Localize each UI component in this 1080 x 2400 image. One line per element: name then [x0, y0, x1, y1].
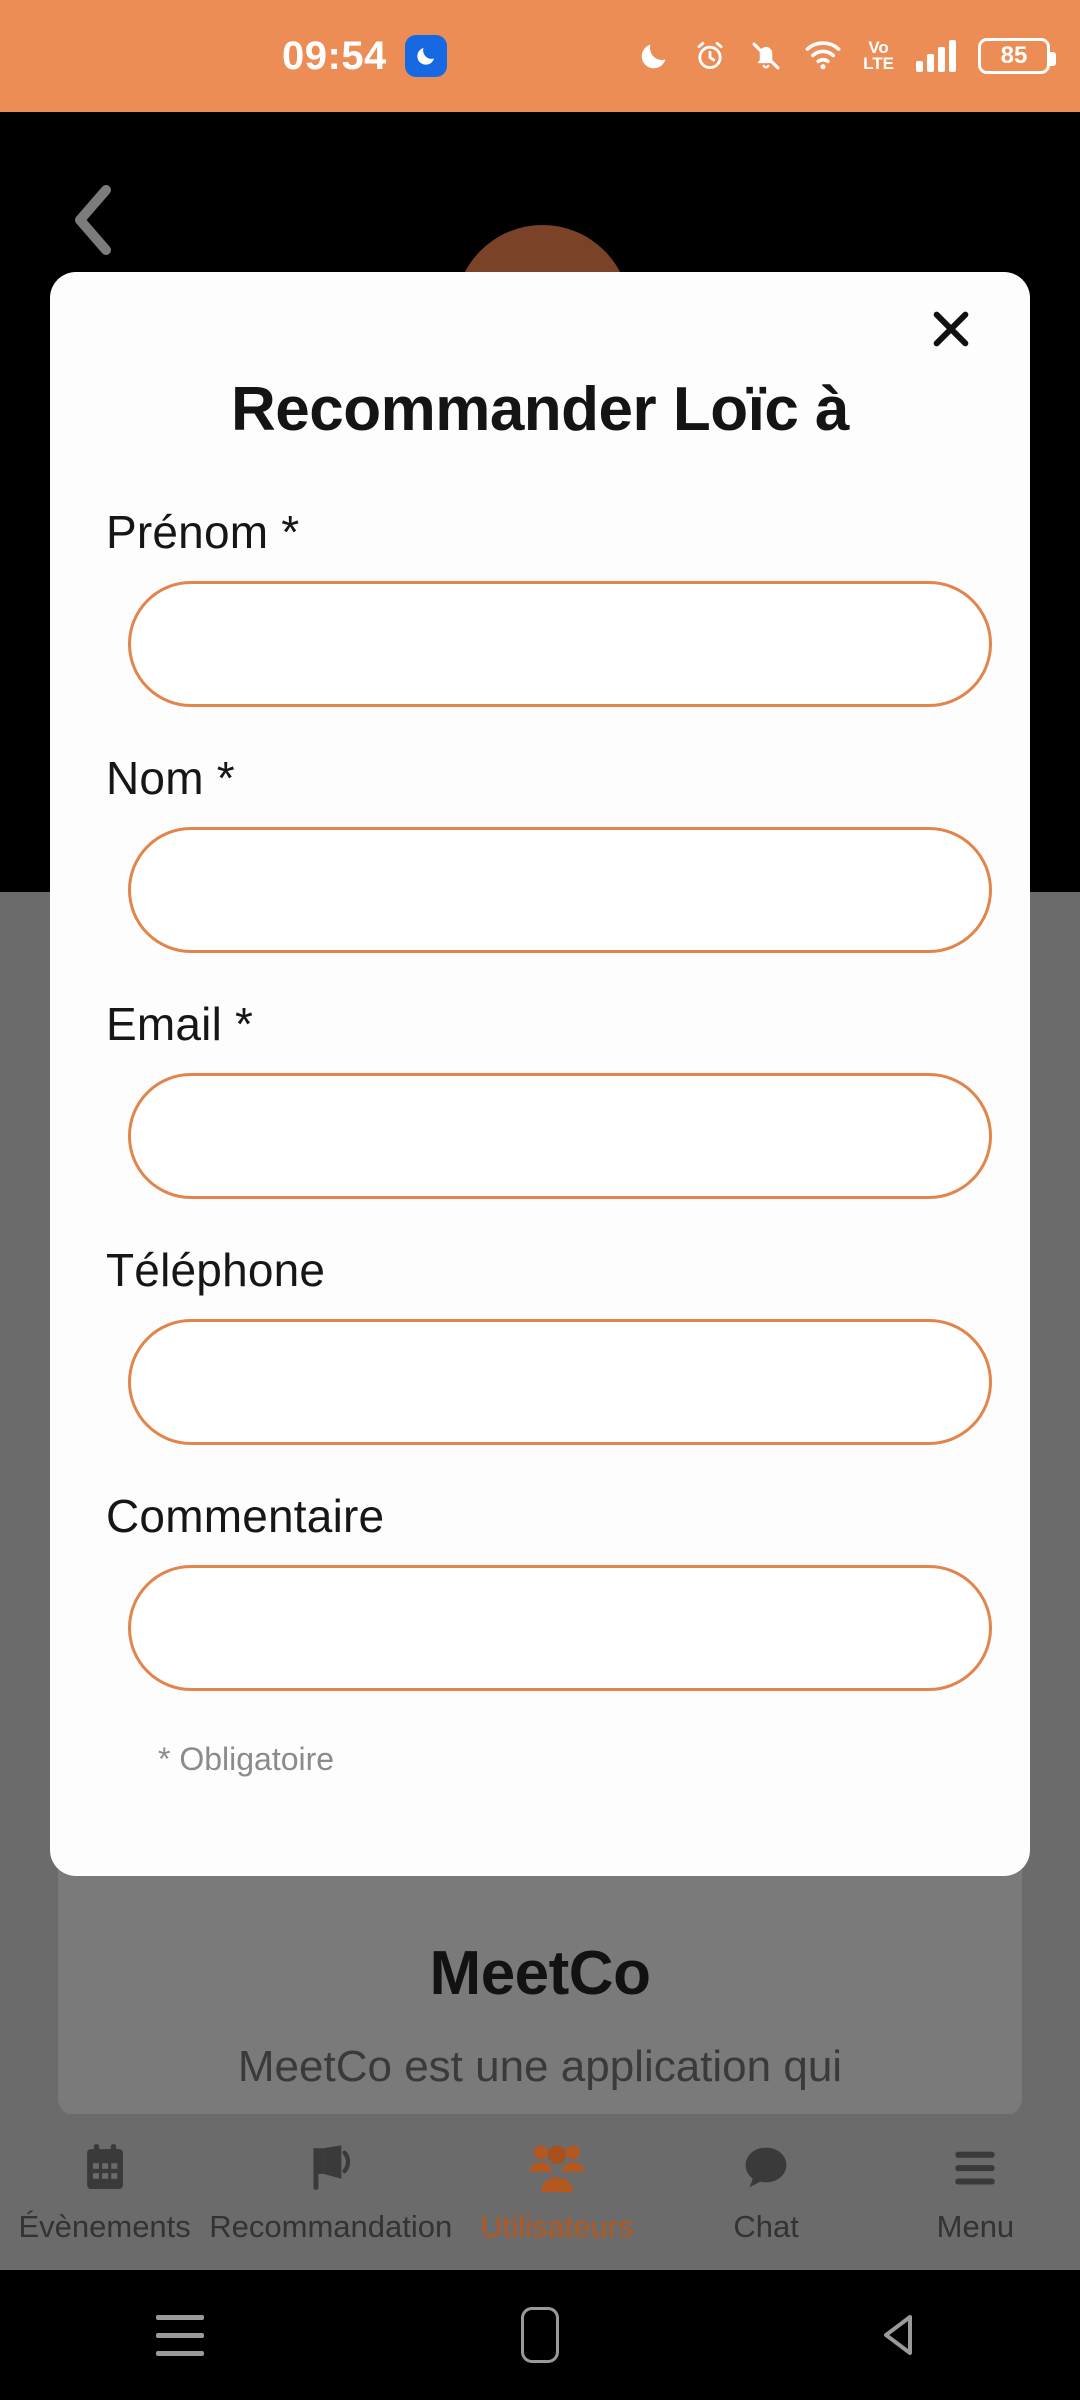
prenom-input[interactable] [128, 581, 992, 707]
field-label-prenom: Prénom * [106, 506, 300, 558]
status-bar: 09:54 Vo LTE 85 [0, 0, 1080, 112]
tab-label-evenements: Évènements [18, 2209, 191, 2244]
status-bar-icons: Vo LTE 85 [637, 38, 1080, 74]
home-button[interactable] [465, 2270, 615, 2400]
recents-icon [156, 2314, 204, 2356]
required-note: * Obligatoire [158, 1741, 335, 1777]
megaphone-icon [304, 2139, 358, 2197]
field-label-email: Email * [106, 998, 254, 1050]
close-icon [933, 311, 969, 347]
tab-label-menu: Menu [936, 2209, 1015, 2244]
status-bar-clock: 09:54 [282, 33, 387, 78]
tab-label-recommandation: Recommandation [209, 2209, 453, 2244]
calendar-icon [80, 2139, 130, 2197]
field-prenom: Prénom * [50, 505, 1030, 707]
wifi-icon [805, 41, 841, 71]
bottom-tab-bar: Évènements Recommandation Utilisateurs C… [0, 2114, 1080, 2270]
battery-percent-text: 85 [1000, 42, 1028, 69]
recents-button[interactable] [105, 2270, 255, 2400]
nom-input[interactable] [128, 827, 992, 953]
field-label-telephone: Téléphone [106, 1244, 326, 1296]
field-commentaire: Commentaire [50, 1489, 1030, 1691]
alarm-clock-icon [693, 39, 727, 73]
field-label-nom: Nom * [106, 752, 235, 804]
android-navigation-bar [0, 2270, 1080, 2400]
field-telephone: Téléphone [50, 1243, 1030, 1445]
tab-menu[interactable]: Menu [871, 2114, 1080, 2270]
home-icon [521, 2307, 559, 2363]
phone-screen: 09:54 Vo LTE 85 MeetCo MeetCo est une ap… [0, 0, 1080, 2400]
users-icon [528, 2139, 586, 2197]
bell-muted-icon [749, 39, 783, 73]
battery-icon: 85 [978, 38, 1056, 74]
hamburger-menu-icon [949, 2139, 1001, 2197]
back-button-system[interactable] [825, 2270, 975, 2400]
moon-icon [637, 39, 671, 73]
chat-bubble-icon [740, 2139, 792, 2197]
back-button[interactable] [46, 172, 142, 268]
telephone-input[interactable] [128, 1319, 992, 1445]
tab-recommandation[interactable]: Recommandation [209, 2114, 452, 2270]
signal-bars-icon [916, 40, 956, 72]
email-input[interactable] [128, 1073, 992, 1199]
recommend-modal: Recommander Loïc à Prénom * Nom * Email … [50, 272, 1030, 1876]
field-nom: Nom * [50, 751, 1030, 953]
page-title: MeetCo [429, 1939, 651, 2008]
tab-chat[interactable]: Chat [662, 2114, 871, 2270]
commentaire-input[interactable] [128, 1565, 992, 1691]
status-bar-center: 09:54 [282, 34, 447, 79]
back-triangle-icon [884, 2315, 912, 2355]
tab-utilisateurs[interactable]: Utilisateurs [452, 2114, 661, 2270]
tab-label-utilisateurs: Utilisateurs [480, 2209, 634, 2244]
field-label-commentaire: Commentaire [106, 1490, 385, 1542]
tab-evenements[interactable]: Évènements [0, 2114, 209, 2270]
close-button[interactable] [912, 290, 990, 368]
dnd-moon-badge-icon [404, 35, 447, 77]
volte-bottom-text: LTE [863, 54, 894, 73]
volte-icon: Vo LTE [863, 39, 894, 73]
modal-title: Recommander Loïc à [230, 375, 850, 444]
chevron-left-icon [75, 185, 111, 255]
page-subtitle: MeetCo est une application qui [237, 2042, 843, 2091]
tab-label-chat: Chat [733, 2209, 799, 2244]
field-email: Email * [50, 997, 1030, 1199]
